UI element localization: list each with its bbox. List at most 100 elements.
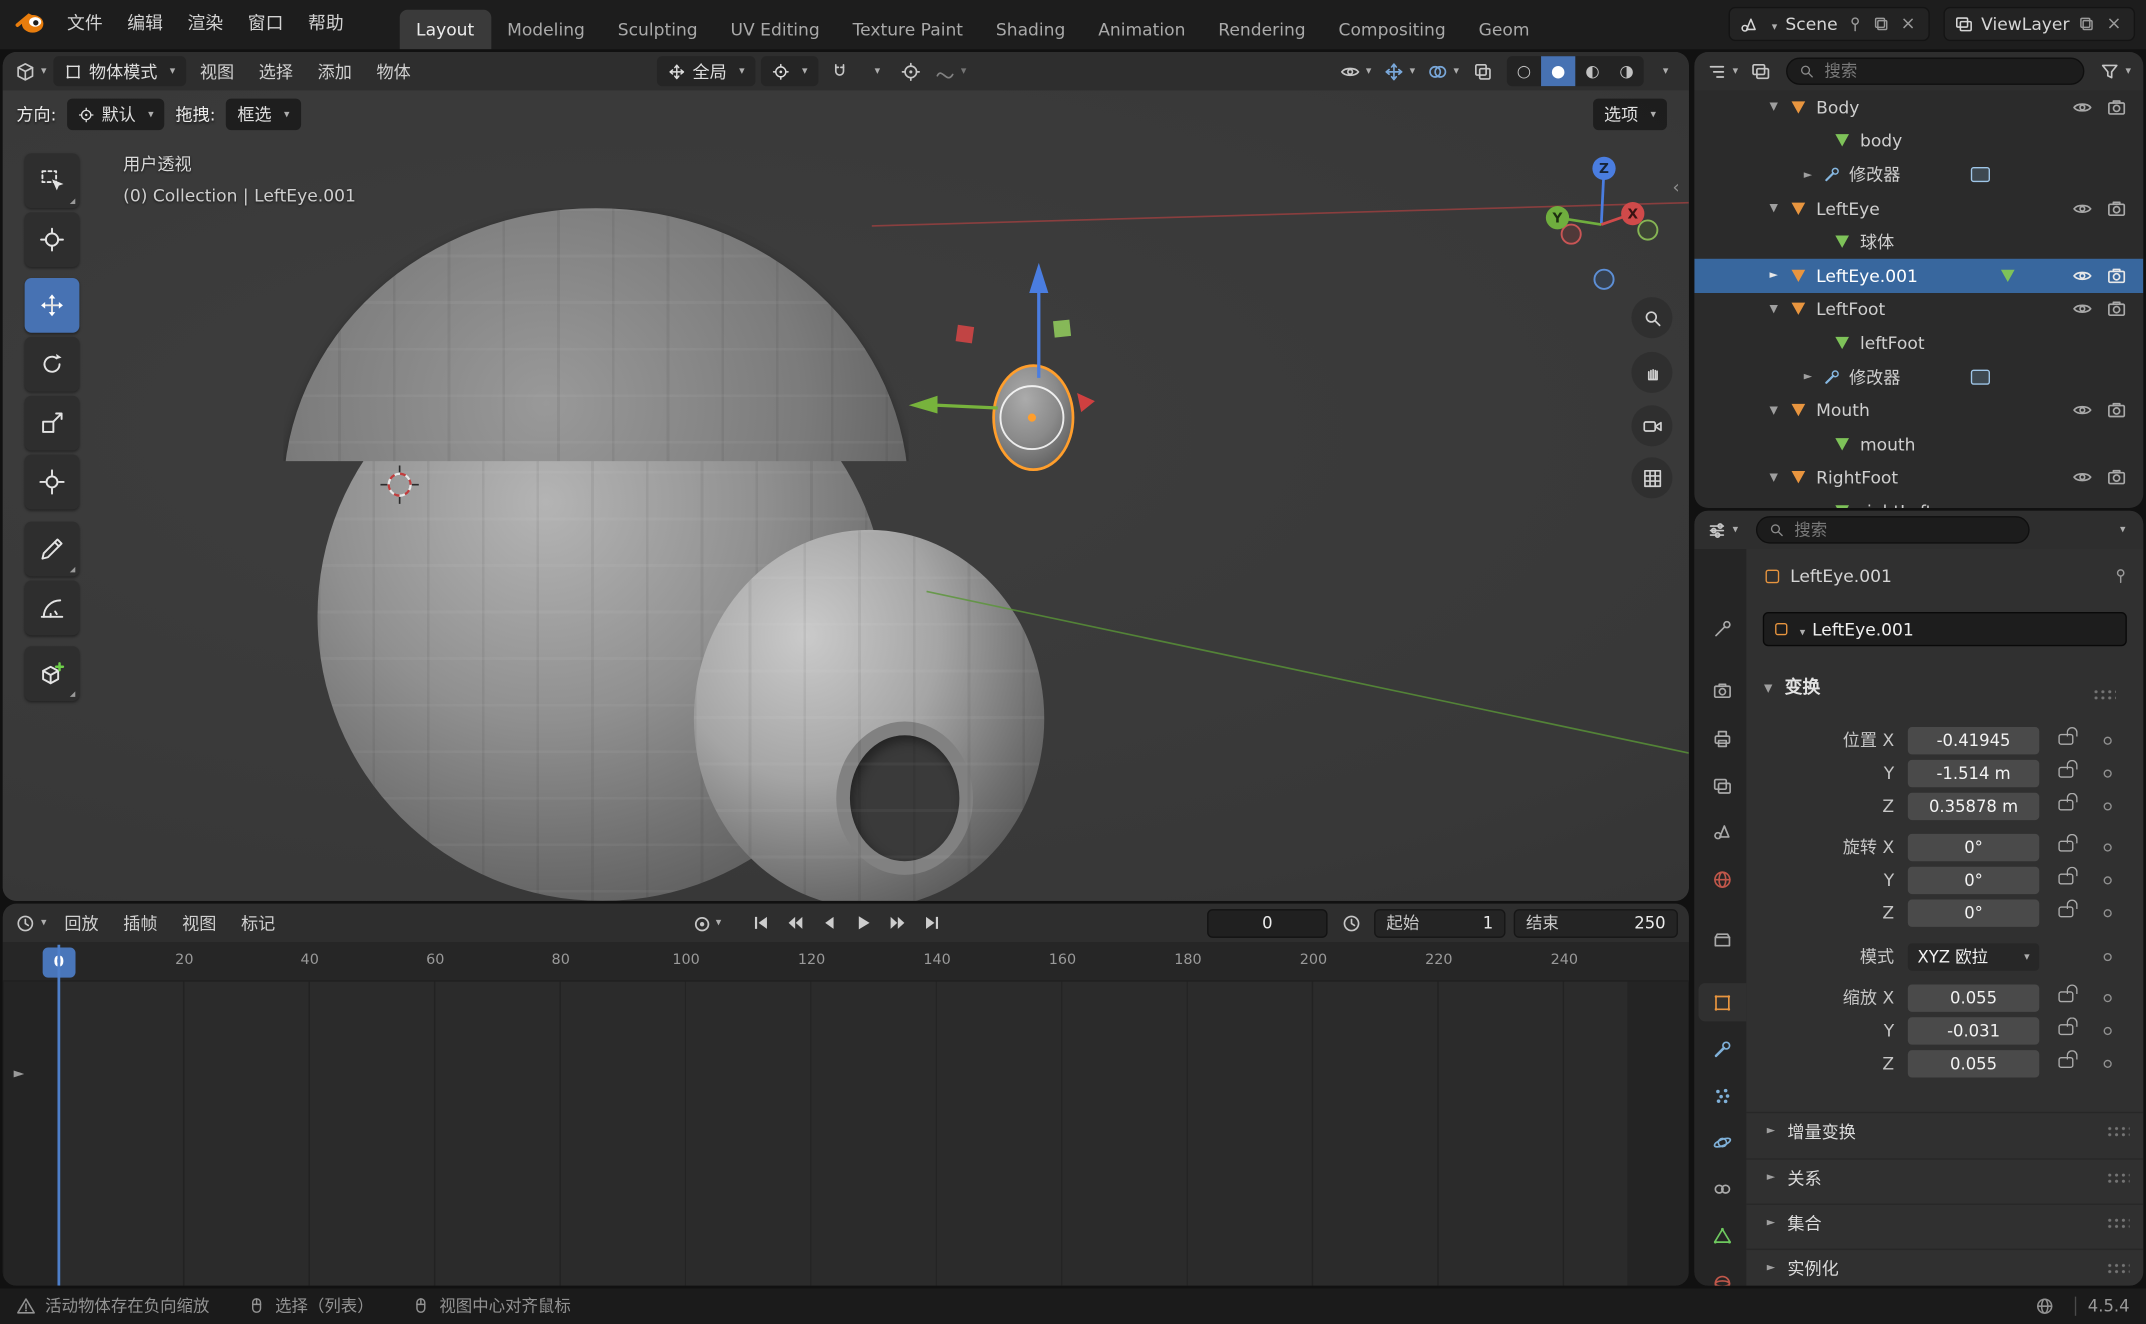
lock-icon[interactable] [2058,1057,2073,1068]
tab-physics[interactable] [1698,1123,1746,1161]
proportional-falloff-dropdown[interactable] [931,56,971,86]
axis-neg-y-ball[interactable] [1638,220,1657,239]
editor-type-button[interactable] [11,908,51,938]
tab-material[interactable] [1698,1264,1746,1286]
lock-icon[interactable] [2058,874,2073,885]
shading-material-button[interactable]: ◐ [1575,56,1609,86]
view-layer-selector[interactable]: ViewLayer × [1943,7,2135,41]
drag-handle-icon[interactable] [2106,1125,2129,1137]
menu-view[interactable]: 视图 [189,61,245,82]
section-collections[interactable]: 集合 [1746,1204,2143,1241]
lock-icon[interactable] [2058,906,2073,917]
direction-selector[interactable]: 默认 [67,99,164,130]
frame-start-field[interactable]: 起始 1 [1374,908,1505,937]
animate-dot[interactable] [2104,802,2112,810]
animate-dot[interactable] [2104,909,2112,917]
menu-file[interactable]: 文件 [55,14,115,35]
hide-viewport-icon[interactable] [2072,265,2093,286]
lock-icon[interactable] [2058,767,2073,778]
animate-dot[interactable] [2104,737,2112,745]
shading-settings-dropdown[interactable] [1648,56,1678,86]
animate-dot[interactable] [2104,994,2112,1002]
move-gizmo-plane-x[interactable] [956,325,975,344]
drag-handle-icon[interactable] [2106,1262,2129,1274]
summary-expand-icon[interactable]: ► [14,1067,25,1083]
breadcrumb-object[interactable]: LeftEye.001 [1790,565,1892,586]
outliner-row-rightfoot[interactable]: RightFoot [1694,461,2143,495]
display-mode-button[interactable] [1745,56,1775,86]
gizmos-dropdown[interactable] [1380,56,1420,86]
scene-selector[interactable]: Scene × [1728,7,1929,41]
menu-edit[interactable]: 编辑 [115,14,175,35]
tool-select-box[interactable] [25,153,80,208]
tab-particles[interactable] [1698,1076,1746,1114]
disable-render-icon[interactable] [2106,97,2127,118]
options-dropdown[interactable]: 选项 [1593,99,1667,130]
jump-to-end-button[interactable] [916,908,947,938]
previous-keyframe-button[interactable] [779,908,810,938]
axis-neg-x-ball[interactable] [1562,225,1581,244]
new-view-layer-icon[interactable] [2078,15,2096,33]
tool-cursor[interactable] [25,212,80,267]
mode-selector[interactable]: 物体模式 [53,56,186,86]
tab-modifiers[interactable] [1698,1030,1746,1068]
scene-name[interactable]: Scene [1785,14,1837,35]
timeline-ruler[interactable]: 0 20 40 60 80 100 120 140 160 180 200 22… [3,942,1689,982]
animate-dot[interactable] [2104,876,2112,884]
tab-output[interactable] [1698,719,1746,757]
filter-dropdown[interactable] [2095,56,2135,86]
lock-icon[interactable] [2058,800,2073,811]
menu-window[interactable]: 窗口 [235,14,295,35]
outliner-row-body-mesh[interactable]: body [1694,124,2143,158]
menu-keying[interactable]: 插帧 [112,913,168,934]
tool-move[interactable] [25,278,80,333]
workspace-tab-texture-paint[interactable]: Texture Paint [836,10,979,50]
remove-view-layer-icon[interactable]: × [2104,13,2124,34]
tab-scene[interactable] [1698,812,1746,850]
expand-icon[interactable] [1760,1124,1782,1137]
move-gizmo-plane-y[interactable] [1053,320,1071,338]
animate-dot[interactable] [2104,1027,2112,1035]
scale-z-field[interactable]: 0.055 [1908,1050,2039,1077]
scale-y-field[interactable]: -0.031 [1908,1017,2039,1044]
menu-object[interactable]: 物体 [366,61,422,82]
move-gizmo-z-arrow[interactable] [1029,263,1048,378]
proportional-editing-toggle[interactable] [895,56,925,86]
disable-render-icon[interactable] [2106,198,2127,219]
editor-type-button[interactable] [1703,56,1743,86]
modifier-display-icon[interactable] [1971,167,1990,182]
tab-view-layer[interactable] [1698,767,1746,805]
snap-settings-dropdown[interactable] [860,56,890,86]
rotation-x-field[interactable]: 0° [1908,834,2039,861]
transform-panel-header[interactable]: 变换 [1757,678,2129,699]
view-layer-name[interactable]: ViewLayer [1981,14,2069,35]
expand-icon[interactable] [1763,101,1785,114]
scale-x-field[interactable]: 0.055 [1908,984,2039,1011]
current-frame-field[interactable] [1207,908,1327,937]
hide-viewport-icon[interactable] [2072,400,2093,421]
outliner-row-lefteye-001-selected[interactable]: LeftEye.001 [1694,259,2143,293]
tab-render[interactable] [1698,671,1746,709]
hide-viewport-icon[interactable] [2072,97,2093,118]
workspace-tab-uv-editing[interactable]: UV Editing [714,10,836,50]
lock-icon[interactable] [2058,1024,2073,1035]
hide-viewport-icon[interactable] [2072,467,2093,488]
tool-measure[interactable] [25,581,80,636]
rotation-y-field[interactable]: 0° [1908,867,2039,894]
editor-type-button[interactable] [11,56,51,86]
tool-add-primitive[interactable] [25,646,80,701]
modifier-display-icon[interactable] [1971,369,1990,384]
outliner-row-leftfoot[interactable]: LeftFoot [1694,292,2143,326]
workspace-tab-rendering[interactable]: Rendering [1202,10,1322,50]
drag-handle-icon[interactable] [2106,1217,2129,1229]
orthographic-toggle-button[interactable] [1631,457,1672,498]
workspace-tab-geometry-nodes[interactable]: Geom [1462,10,1546,50]
scene-dropdown-icon[interactable] [1766,14,1777,35]
expand-icon[interactable] [1763,202,1785,215]
axis-z-ball[interactable]: Z [1592,157,1615,180]
disable-render-icon[interactable] [2106,299,2127,320]
tab-tool[interactable] [1698,609,1746,647]
outliner-row-leftfoot-mesh[interactable]: leftFoot [1694,326,2143,360]
animate-dot[interactable] [2104,1060,2112,1068]
tab-constraints[interactable] [1698,1169,1746,1207]
